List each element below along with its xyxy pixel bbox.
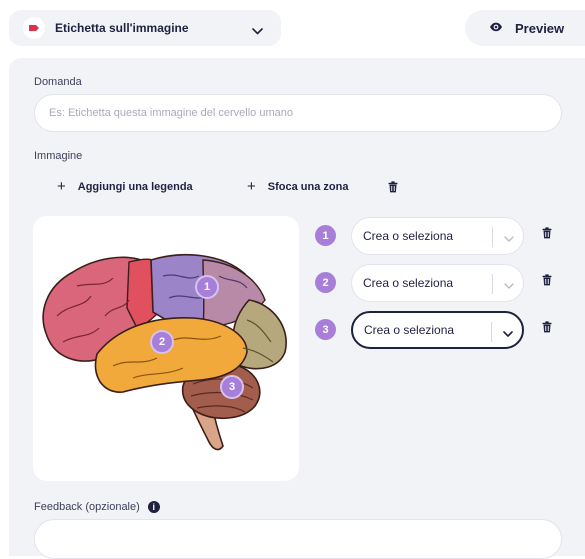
legend-select-placeholder: Crea o seleziona (363, 229, 454, 243)
question-editor-panel: Domanda Immagine + Aggiungi una legenda … (9, 58, 585, 559)
top-bar: Etichetta sull'immagine Preview (0, 0, 585, 56)
select-divider (492, 274, 493, 294)
chevron-down-icon (252, 22, 263, 40)
eye-icon (489, 19, 503, 37)
image-marker-3[interactable]: 3 (220, 375, 244, 399)
chevron-down-icon (504, 231, 514, 245)
image-marker-1[interactable]: 1 (195, 275, 219, 299)
add-legend-button[interactable]: + Aggiungi una legenda (57, 178, 193, 195)
feedback-label: Feedback (opzionale) (34, 501, 140, 513)
legend-select[interactable]: Crea o seleziona (351, 264, 524, 302)
trash-icon[interactable] (542, 273, 552, 291)
plus-icon: + (57, 178, 66, 195)
question-input[interactable] (34, 94, 562, 132)
blur-zone-button[interactable]: + Sfoca una zona (247, 178, 348, 195)
feedback-input[interactable] (34, 519, 562, 559)
trash-icon[interactable] (542, 226, 552, 244)
legend-number: 3 (315, 319, 336, 340)
chevron-down-icon (504, 278, 514, 292)
image-label: Immagine (34, 150, 83, 162)
image-canvas[interactable]: 1 2 3 (33, 216, 299, 481)
legend-number: 1 (315, 225, 336, 246)
trash-icon[interactable] (542, 320, 552, 338)
trash-icon[interactable] (388, 180, 398, 198)
preview-button[interactable]: Preview (465, 10, 585, 46)
preview-label: Preview (515, 20, 565, 36)
select-divider (491, 322, 492, 342)
question-label: Domanda (34, 76, 82, 88)
legend-select-placeholder: Crea o seleziona (363, 276, 454, 290)
image-marker-2[interactable]: 2 (150, 330, 174, 354)
question-type-select[interactable]: Etichetta sull'immagine (9, 10, 281, 46)
info-icon[interactable]: i (147, 501, 160, 513)
feedback-label-row: Feedback (opzionale) i (34, 501, 160, 513)
legend-select-placeholder: Crea o seleziona (364, 323, 455, 337)
plus-icon: + (247, 178, 256, 195)
legend-select[interactable]: Crea o seleziona (351, 217, 524, 255)
select-divider (492, 227, 493, 247)
label-tag-icon (23, 17, 45, 39)
question-type-label: Etichetta sull'immagine (55, 21, 189, 35)
add-legend-label: Aggiungi una legenda (77, 180, 193, 193)
blur-zone-label: Sfoca una zona (267, 180, 349, 193)
legend-number: 2 (315, 272, 336, 293)
chevron-down-icon (503, 326, 513, 340)
legend-select[interactable]: Crea o seleziona (351, 311, 524, 349)
